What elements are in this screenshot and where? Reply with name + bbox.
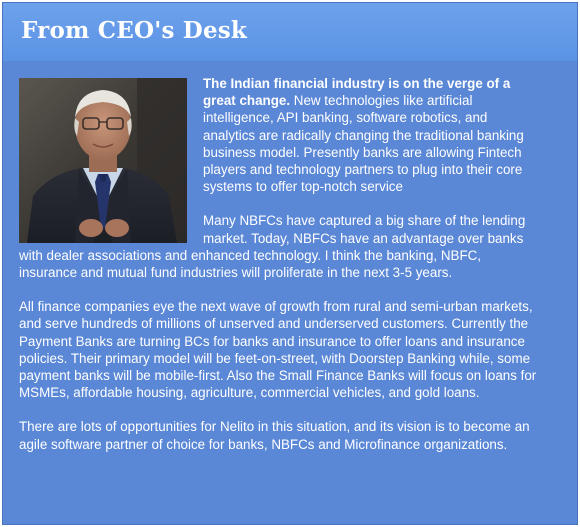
message-paragraph-1-body: New technologies like artificial intelli… (203, 93, 524, 195)
message-paragraph-3: All finance companies eye the next wave … (19, 299, 537, 401)
ceo-desk-panel: From CEO's Desk The Indian financial ind… (2, 2, 578, 525)
panel-header: From CEO's Desk (3, 3, 577, 61)
message-paragraph-4: There are lots of opportunities for Neli… (19, 419, 530, 452)
panel-title: From CEO's Desk (21, 17, 248, 44)
panel-content: The Indian financial industry is on the … (3, 61, 577, 524)
ceo-message: The Indian financial industry is on the … (19, 75, 539, 470)
